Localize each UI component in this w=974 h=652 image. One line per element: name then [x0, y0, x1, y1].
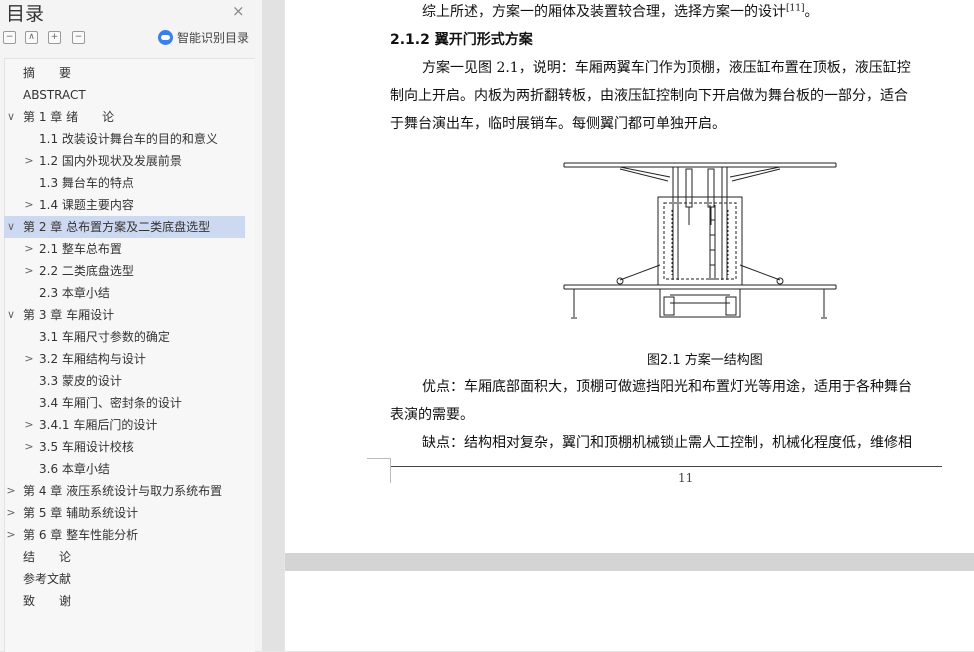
toc-item[interactable]: ∨ 第 1 章 绪 论 — [4, 106, 245, 128]
toc-item[interactable]: 2.3 本章小结 — [4, 282, 245, 304]
conclusion-text: 综上所述，方案一的厢体及装置较合理，选择方案一的设计 — [422, 4, 786, 20]
figure-structure-drawing — [563, 162, 837, 319]
toc-item-label: 3.4.1 车厢后门的设计 — [39, 418, 158, 432]
toc-item-label: 1.4 课题主要内容 — [39, 198, 134, 212]
toc-item-label: 结 论 — [23, 550, 72, 564]
toc-item-label: 3.3 蒙皮的设计 — [39, 374, 122, 388]
toc-item-label: 3.1 车厢尺寸参数的确定 — [39, 330, 170, 344]
toc-item-label: 2.3 本章小结 — [39, 286, 110, 300]
toc-item-label: 3.5 车厢设计校核 — [39, 440, 134, 454]
add-icon[interactable]: + — [48, 31, 61, 44]
chevron-right-icon[interactable]: > — [24, 150, 34, 172]
toc-item-label: 第 3 章 车厢设计 — [23, 308, 115, 322]
expand-up-icon[interactable]: ∧ — [25, 31, 38, 44]
chevron-right-icon[interactable]: > — [24, 436, 34, 458]
toc-item-label: 1.1 改装设计舞台车的目的和意义 — [39, 132, 218, 146]
toc-item[interactable]: > 第 6 章 整车性能分析 — [4, 524, 245, 546]
toc-item-label: 1.3 舞台车的特点 — [39, 176, 134, 190]
toc-item-label: 第 4 章 液压系统设计与取力系统布置 — [23, 484, 223, 498]
toc-item-label: 2.2 二类底盘选型 — [39, 264, 134, 278]
toc-item-label: 3.4 车厢门、密封条的设计 — [39, 396, 182, 410]
toc-item[interactable]: ABSTRACT — [4, 84, 245, 106]
chevron-right-icon[interactable]: > — [24, 414, 34, 436]
chevron-right-icon[interactable]: > — [24, 238, 34, 260]
toc-item[interactable]: 参考文献 — [4, 568, 245, 590]
footer-rule — [391, 466, 942, 467]
toc-item[interactable]: >3.2 车厢结构与设计 — [4, 348, 245, 370]
toc-item[interactable]: 3.1 车厢尺寸参数的确定 — [4, 326, 245, 348]
paragraph-line: 表演的需要。 — [390, 407, 474, 423]
remove-icon[interactable]: − — [72, 31, 85, 44]
toc-item[interactable]: >2.1 整车总布置 — [4, 238, 245, 260]
toc-item-label: 1.2 国内外现状及发展前景 — [39, 154, 182, 168]
chevron-right-icon[interactable]: > — [24, 194, 34, 216]
margin-marker — [367, 458, 391, 483]
toc-item-label: 2.1 整车总布置 — [39, 242, 122, 256]
toc-item-label: 第 2 章 总布置方案及二类底盘选型 — [23, 220, 211, 234]
toc-item[interactable]: ∨ 第 2 章 总布置方案及二类底盘选型 — [4, 216, 245, 238]
toc-item[interactable]: ∨ 第 3 章 车厢设计 — [4, 304, 245, 326]
conclusion-line: 综上所述，方案一的厢体及装置较合理，选择方案一的设计[11]。 — [422, 1, 818, 21]
smart-recognize-label: 智能识别目录 — [177, 31, 250, 45]
toc-item[interactable]: >1.4 课题主要内容 — [4, 194, 245, 216]
conclusion-end: 。 — [804, 4, 819, 20]
toc-item[interactable]: > 第 4 章 液压系统设计与取力系统布置 — [4, 480, 245, 502]
paragraph-line: 制向上开启。内板为两折翻转板，由液压缸控制向下开启做为舞台板的一部分，适合 — [390, 88, 908, 104]
collapse-all-icon[interactable]: − — [3, 31, 16, 44]
next-page — [285, 571, 974, 651]
toc-item-label: 第 1 章 绪 论 — [23, 110, 115, 124]
paragraph-line: 方案一见图 2.1，说明：车厢两翼车门作为顶棚，液压缸布置在顶板，液压缸控 — [422, 60, 911, 76]
section-heading: 2.1.2 翼开门形式方案 — [390, 32, 533, 48]
chevron-right-icon[interactable]: > — [6, 524, 16, 546]
toc-item-label: 第 6 章 整车性能分析 — [23, 528, 139, 542]
toc-item[interactable]: 摘 要 — [4, 62, 245, 84]
citation[interactable]: [11] — [786, 3, 804, 13]
chevron-right-icon[interactable]: > — [24, 260, 34, 282]
toc-item-label: 参考文献 — [23, 572, 72, 586]
toc-item[interactable]: 致 谢 — [4, 590, 245, 612]
page-gap — [285, 553, 974, 571]
close-icon[interactable]: × — [232, 2, 245, 20]
toc-item[interactable]: > 第 5 章 辅助系统设计 — [4, 502, 245, 524]
toc-item[interactable]: >3.4.1 车厢后门的设计 — [4, 414, 245, 436]
scrollbar[interactable] — [262, 0, 284, 651]
sidebar-title: 目录 — [6, 3, 45, 25]
toc-item[interactable]: >2.2 二类底盘选型 — [4, 260, 245, 282]
toc-item[interactable]: >1.2 国内外现状及发展前景 — [4, 150, 245, 172]
toc-item-label: 3.2 车厢结构与设计 — [39, 352, 146, 366]
paragraph-line: 缺点：结构相对复杂，翼门和顶棚机械锁止需人工控制，机械化程度低，维修相 — [422, 435, 912, 451]
toc-item-label: 第 5 章 辅助系统设计 — [23, 506, 139, 520]
figure-caption: 图2.1 方案一结构图 — [647, 353, 763, 368]
page-number: 11 — [678, 471, 694, 485]
toc-sidebar: 目录 × − ∧ + − 智能识别目录 摘 要 ABSTRACT ∨ 第 1 章 绪 … — [0, 0, 263, 652]
chevron-down-icon[interactable]: ∨ — [6, 106, 16, 128]
paragraph-line: 优点：车厢底部面积大，顶棚可做遮挡阳光和布置灯光等用途，适用于各种舞台 — [422, 379, 912, 395]
chevron-right-icon[interactable]: > — [6, 502, 16, 524]
chevron-down-icon[interactable]: ∨ — [6, 304, 16, 326]
chevron-right-icon[interactable]: > — [24, 348, 34, 370]
toc-item[interactable]: 3.4 车厢门、密封条的设计 — [4, 392, 245, 414]
toc-item-label: 致 谢 — [23, 594, 72, 608]
chevron-right-icon[interactable]: > — [6, 480, 16, 502]
toc-item[interactable]: >3.5 车厢设计校核 — [4, 436, 245, 458]
toc-item[interactable]: 1.1 改装设计舞台车的目的和意义 — [4, 128, 245, 150]
toc-item[interactable]: 1.3 舞台车的特点 — [4, 172, 245, 194]
toc-item-label: 摘 要 — [23, 66, 72, 80]
toc-item[interactable]: 结 论 — [4, 546, 245, 568]
smart-recognition-icon — [158, 30, 173, 45]
toc-item[interactable]: 3.6 本章小结 — [4, 458, 245, 480]
toc-item[interactable]: 3.3 蒙皮的设计 — [4, 370, 245, 392]
paragraph-line: 于舞台演出车，临时展销车。每侧翼门都可单独开启。 — [390, 116, 726, 132]
smart-recognize-toc-button[interactable]: 智能识别目录 — [158, 29, 249, 46]
toc-item-label: ABSTRACT — [23, 88, 86, 102]
chevron-down-icon[interactable]: ∨ — [6, 216, 16, 238]
toc-item-label: 3.6 本章小结 — [39, 462, 110, 476]
